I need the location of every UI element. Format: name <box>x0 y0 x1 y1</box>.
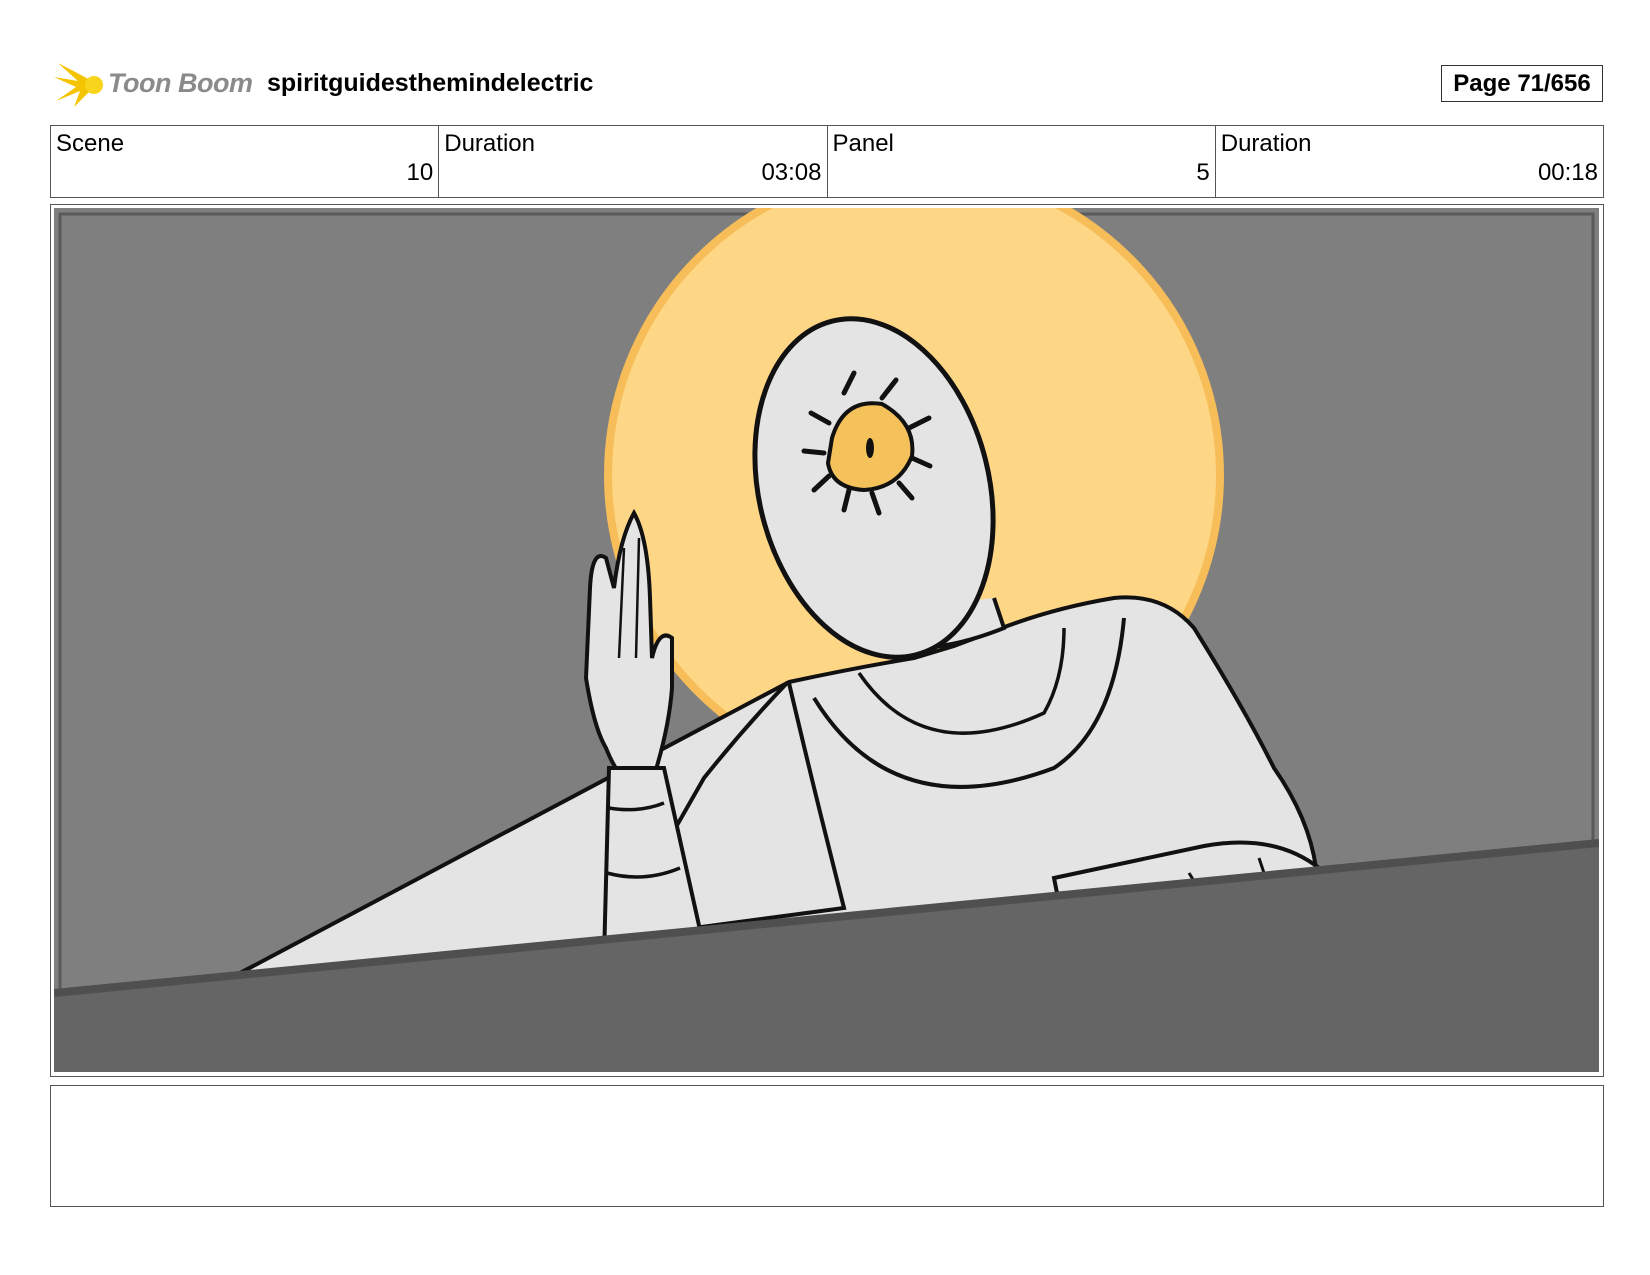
storyboard-panel <box>50 204 1604 1077</box>
page-indicator: Page 71/656 <box>1441 65 1603 102</box>
info-table: Scene 10 Duration 03:08 Panel 5 Duration… <box>50 125 1604 198</box>
panel-duration-label: Duration <box>1220 130 1312 157</box>
toon-boom-logo: Toon Boom <box>52 55 253 115</box>
project-title: spiritguidesthemindelectric <box>267 69 594 97</box>
panel-label: Panel <box>832 130 894 157</box>
scene-value: 10 <box>406 159 434 186</box>
scene-label: Scene <box>56 130 125 157</box>
header: Toon Boom spiritguidesthemindelectric Pa… <box>52 55 1608 115</box>
pupil <box>866 438 874 458</box>
notes-box <box>50 1085 1604 1207</box>
scene-duration-label: Duration <box>444 130 535 157</box>
scene-cell: Scene 10 <box>51 126 440 197</box>
panel-cell: Panel 5 <box>828 126 1216 197</box>
panel-value: 5 <box>1196 159 1210 186</box>
panel-drawing <box>54 208 1599 1072</box>
scene-duration-cell: Duration 03:08 <box>439 126 828 197</box>
panel-duration-cell: Duration 00:18 <box>1216 126 1603 197</box>
starburst-icon <box>54 63 103 107</box>
scene-duration-value: 03:08 <box>761 159 822 186</box>
logo-text: Toon Boom <box>108 68 253 98</box>
panel-duration-value: 00:18 <box>1537 159 1598 186</box>
